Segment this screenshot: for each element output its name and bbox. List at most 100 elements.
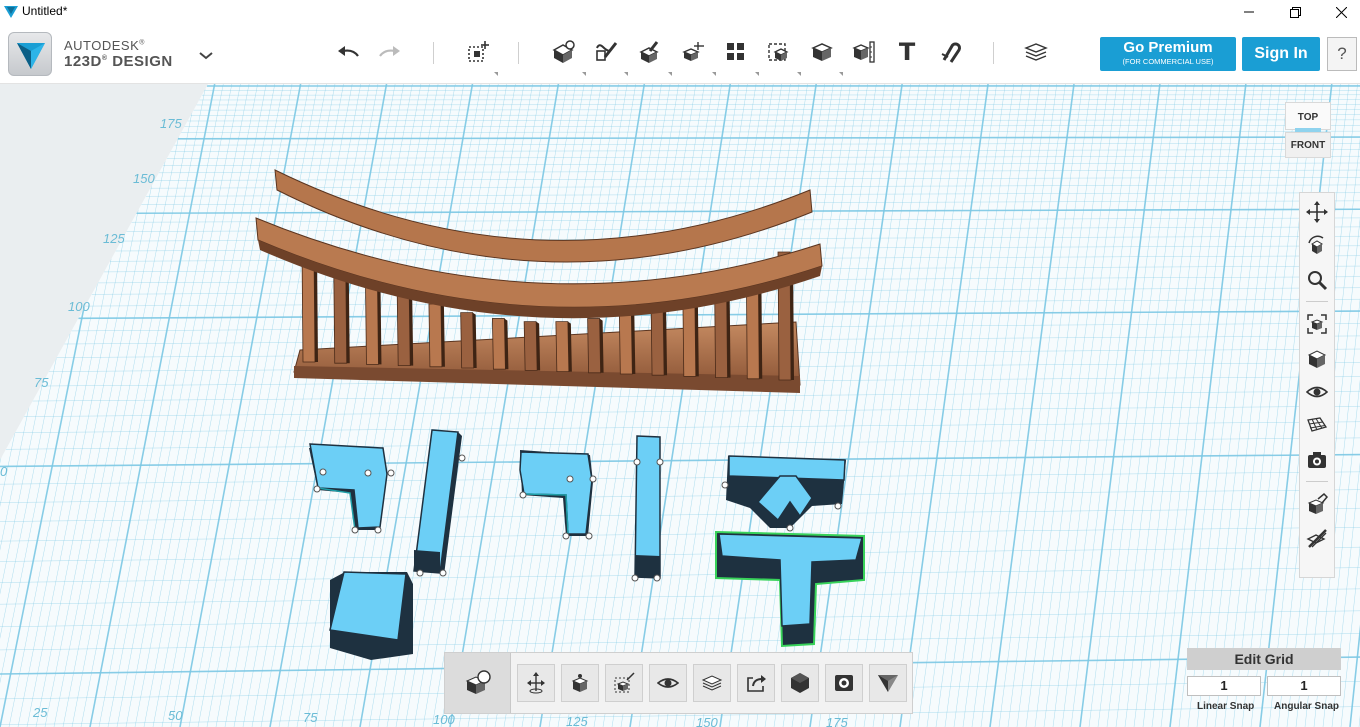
grid-icon xyxy=(1307,417,1328,432)
material-button[interactable] xyxy=(1302,489,1332,519)
pattern-icon xyxy=(682,42,704,61)
3d-viewport[interactable]: 175 150 125 100 75 0 25 50 75 100 125 15… xyxy=(0,84,1360,727)
combine-button[interactable] xyxy=(761,34,797,70)
navigation-bar xyxy=(1299,192,1335,578)
minimize-button[interactable] xyxy=(1226,0,1272,24)
pattern-button[interactable] xyxy=(675,34,711,70)
construct-button[interactable] xyxy=(588,34,624,70)
svg-text:175: 175 xyxy=(826,715,848,727)
svg-text:150: 150 xyxy=(696,715,718,727)
view-icon xyxy=(1307,350,1327,368)
pan-button[interactable] xyxy=(1302,197,1332,227)
ruler-icon xyxy=(852,41,875,63)
svg-text:100: 100 xyxy=(68,299,90,314)
snap-button[interactable] xyxy=(932,34,968,70)
linear-snap-label: Linear Snap xyxy=(1197,701,1255,712)
premium-sublabel: (FOR COMMERCIAL USE) xyxy=(1122,57,1214,66)
maximize-button[interactable] xyxy=(1272,0,1318,24)
railing-baluster xyxy=(396,292,411,367)
layers-button[interactable] xyxy=(693,664,731,702)
svg-text:150: 150 xyxy=(133,171,155,186)
modify-icon xyxy=(639,41,659,63)
redo-button[interactable] xyxy=(372,34,408,70)
smart-object-button[interactable] xyxy=(445,653,511,713)
fit-button[interactable] xyxy=(1302,309,1332,339)
grid-button[interactable] xyxy=(1302,411,1332,441)
title-bar: Untitled* xyxy=(0,0,1360,24)
context-toolbar xyxy=(444,652,913,714)
svg-text:100: 100 xyxy=(433,712,455,727)
smart-scale-button[interactable] xyxy=(605,664,643,702)
zoom-button[interactable] xyxy=(1302,265,1332,295)
printer-button[interactable] xyxy=(869,664,907,702)
camera-button[interactable] xyxy=(1302,445,1332,475)
undo-button[interactable] xyxy=(330,34,366,70)
show-icon xyxy=(657,678,679,688)
railing-baluster xyxy=(618,312,633,375)
cube[interactable] xyxy=(329,571,413,660)
measure-button[interactable] xyxy=(804,34,840,70)
vertical-bar-middle[interactable] xyxy=(631,435,664,582)
group-button[interactable] xyxy=(718,34,754,70)
orbit-icon xyxy=(1308,235,1324,254)
railing-baluster xyxy=(523,321,538,371)
materials-icon xyxy=(1024,43,1048,61)
render-button[interactable] xyxy=(825,664,863,702)
undo-icon xyxy=(338,46,359,57)
move-button[interactable] xyxy=(517,664,555,702)
go-premium-button[interactable]: Go Premium (FOR COMMERCIAL USE) xyxy=(1100,37,1236,71)
fit-icon xyxy=(1307,314,1327,334)
main-toolbar: AUTODESK® 123D® DESIGN T Go Premium (FOR… xyxy=(0,24,1360,84)
orbit-button[interactable] xyxy=(1302,231,1332,261)
angular-snap-input[interactable]: 1 xyxy=(1267,676,1341,696)
material-icon xyxy=(1307,493,1328,514)
help-button[interactable]: ? xyxy=(1327,37,1357,71)
text-icon: T xyxy=(898,38,916,66)
linear-snap-input[interactable]: 1 xyxy=(1187,676,1261,696)
primitives-button[interactable] xyxy=(460,34,496,70)
app-menu-dropdown[interactable] xyxy=(188,38,224,74)
export-button[interactable] xyxy=(737,664,775,702)
printer-icon xyxy=(878,675,898,692)
zoom-icon xyxy=(1308,271,1328,291)
window-title: Untitled* xyxy=(22,4,68,18)
view-cube-front[interactable]: FRONT xyxy=(1285,132,1331,158)
modify-button[interactable] xyxy=(631,34,667,70)
svg-text:75: 75 xyxy=(303,710,318,725)
render-icon xyxy=(835,675,853,691)
view-button[interactable] xyxy=(1302,343,1332,373)
move-icon xyxy=(527,672,545,694)
visibility-icon xyxy=(1306,386,1328,398)
scale-button[interactable] xyxy=(561,664,599,702)
close-button[interactable] xyxy=(1318,0,1360,24)
solid-icon xyxy=(791,673,809,693)
primitives-icon xyxy=(468,41,489,62)
show-button[interactable] xyxy=(649,664,687,702)
edit-grid-panel: Edit Grid 1 1 Linear Snap Angular Snap xyxy=(1187,648,1344,718)
hide-icon xyxy=(1306,529,1327,548)
visibility-button[interactable] xyxy=(1302,377,1332,407)
text-button[interactable]: T xyxy=(889,34,925,70)
app-logo-icon xyxy=(4,5,18,23)
hide-button[interactable] xyxy=(1302,523,1332,553)
export-icon xyxy=(747,675,766,692)
ruler-button[interactable] xyxy=(846,34,882,70)
app-menu-logo[interactable] xyxy=(8,32,52,76)
angular-snap-label: Angular Snap xyxy=(1274,701,1340,712)
smart-object-icon xyxy=(465,670,491,694)
layers-icon xyxy=(701,675,723,691)
camera-icon xyxy=(1308,452,1326,468)
sketch-button[interactable] xyxy=(545,34,581,70)
materials-button[interactable] xyxy=(1018,34,1054,70)
smart-scale-icon xyxy=(614,672,635,693)
group-icon xyxy=(727,43,744,60)
railing-baluster xyxy=(587,318,602,374)
sign-in-button[interactable]: Sign In xyxy=(1242,37,1320,71)
scene-canvas[interactable]: 175 150 125 100 75 0 25 50 75 100 125 15… xyxy=(0,84,1360,727)
view-cube-top[interactable]: TOP xyxy=(1285,102,1331,130)
view-cube[interactable]: TOP FRONT xyxy=(1283,102,1333,164)
svg-text:50: 50 xyxy=(168,708,183,723)
svg-text:75: 75 xyxy=(34,375,49,390)
edit-grid-button[interactable]: Edit Grid xyxy=(1187,648,1341,670)
solid-button[interactable] xyxy=(781,664,819,702)
